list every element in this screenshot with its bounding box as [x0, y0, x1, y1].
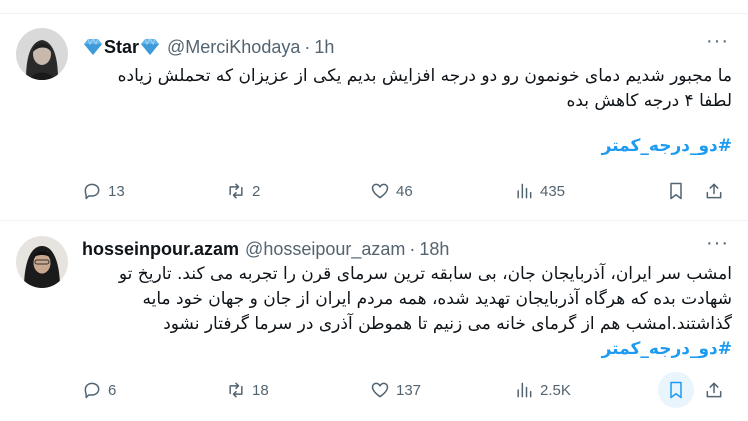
previous-tweet-edge — [0, 0, 748, 14]
avatar[interactable] — [16, 28, 68, 80]
user-handle[interactable]: @hosseipour_azam — [245, 239, 405, 260]
tweet-header: Star @MerciKhodaya · 1h — [82, 36, 334, 58]
bookmark-icon — [670, 182, 682, 200]
like-count: 137 — [396, 381, 422, 399]
user-handle[interactable]: @MerciKhodaya — [167, 37, 300, 58]
hashtag-link[interactable]: #دو_درجه_کمتر — [82, 337, 732, 362]
share-button[interactable] — [696, 173, 732, 209]
views-icon — [517, 382, 532, 398]
more-icon[interactable]: ··· — [706, 233, 728, 260]
tweet-text: امشب سر ایران، آذربایجان جان، بی سابقه ت… — [82, 262, 732, 362]
reply-icon — [84, 183, 100, 200]
tweet-actions: 6 18 137 2.5K — [82, 372, 732, 408]
repost-button[interactable]: 18 — [226, 380, 286, 400]
gem-icon — [84, 38, 102, 55]
like-count: 46 — [396, 182, 413, 200]
timestamp[interactable]: 1h — [314, 37, 334, 58]
timestamp[interactable]: 18h — [419, 239, 449, 260]
reply-count: 6 — [108, 381, 117, 399]
tweet-line: گذاشتند.امشب هم از گرمای خانه می زنیم تا… — [163, 314, 732, 334]
repost-icon — [229, 183, 243, 199]
reply-count: 13 — [108, 182, 125, 200]
separator-dot: · — [304, 36, 311, 57]
tweet-secondary-actions — [658, 173, 732, 209]
bookmark-button[interactable] — [658, 372, 694, 408]
more-icon[interactable]: ··· — [706, 31, 728, 58]
display-name[interactable]: hosseinpour.azam — [82, 239, 239, 260]
heart-icon — [371, 382, 389, 398]
views-button[interactable]: 435 — [514, 181, 574, 201]
display-name[interactable]: Star — [82, 37, 161, 58]
reply-icon — [84, 382, 100, 399]
heart-icon — [371, 183, 389, 199]
tweet-text: ما مجبور شدیم دمای خونمون رو دو درجه افز… — [82, 64, 732, 159]
tweet[interactable]: Star @MerciKhodaya · 1h ··· ما مجبور شدی… — [0, 14, 748, 221]
tweet-line: ما مجبور شدیم دمای خونمون رو دو درجه افز… — [117, 66, 732, 86]
like-button[interactable]: 46 — [370, 181, 430, 201]
share-icon — [706, 382, 722, 398]
display-name-text: hosseinpour.azam — [82, 238, 240, 259]
views-icon — [517, 183, 532, 199]
reply-button[interactable]: 13 — [82, 181, 142, 201]
gem-icon — [141, 38, 160, 55]
share-button[interactable] — [696, 372, 732, 408]
tweet[interactable]: hosseinpour.azam @hosseipour_azam · 18h … — [0, 222, 748, 421]
hashtag-link[interactable]: #دو_درجه_کمتر — [82, 134, 732, 159]
bookmark-button[interactable] — [658, 173, 694, 209]
bookmark-icon — [670, 381, 682, 399]
tweet-line: امشب سر ایران، آذربایجان جان، بی سابقه ت… — [118, 264, 732, 284]
tweet-header: hosseinpour.azam @hosseipour_azam · 18h — [82, 238, 449, 260]
tweet-secondary-actions — [658, 372, 732, 408]
reply-button[interactable]: 6 — [82, 380, 142, 400]
tweet-line: شهادت بده که هرگاه آذربایجان تهدید شده، … — [142, 289, 732, 309]
like-button[interactable]: 137 — [370, 380, 430, 400]
tweet-line: لطفا ۴ درجه کاهش بده — [566, 91, 732, 111]
display-name-text: Star — [104, 36, 140, 57]
views-button[interactable]: 2.5K — [514, 380, 574, 400]
repost-count: 18 — [252, 381, 269, 399]
avatar[interactable] — [16, 236, 68, 288]
separator-dot: · — [409, 238, 416, 259]
share-icon — [706, 183, 722, 199]
views-count: 2.5K — [540, 381, 571, 399]
repost-button[interactable]: 2 — [226, 181, 286, 201]
timeline-feed: Star @MerciKhodaya · 1h ··· ما مجبور شدی… — [0, 0, 748, 421]
repost-count: 2 — [252, 182, 261, 200]
tweet-actions: 13 2 46 435 — [82, 176, 732, 206]
repost-icon — [229, 382, 243, 398]
views-count: 435 — [540, 182, 566, 200]
